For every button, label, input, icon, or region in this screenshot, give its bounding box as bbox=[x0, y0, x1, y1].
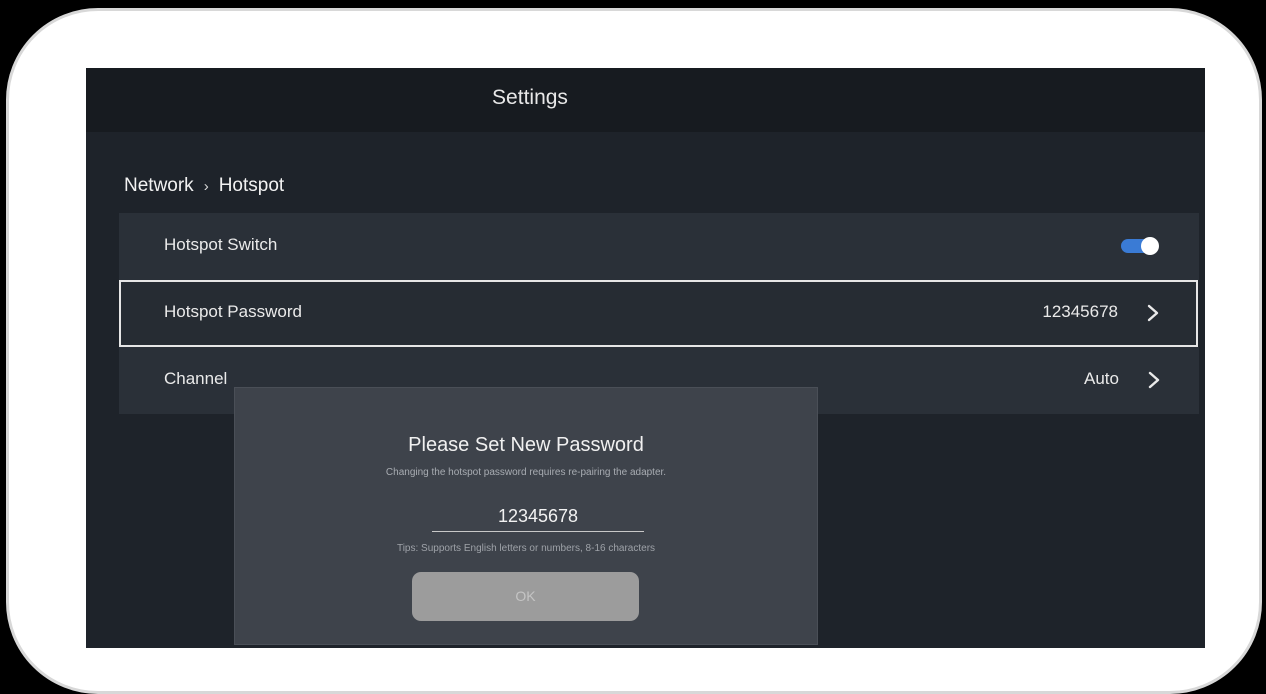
breadcrumb-separator: › bbox=[203, 177, 209, 195]
top-bar: Settings bbox=[86, 68, 1205, 132]
toggle-knob bbox=[1141, 237, 1159, 255]
password-dialog: Please Set New Password Changing the hot… bbox=[235, 388, 817, 644]
row-value: Auto bbox=[1084, 369, 1119, 388]
row-hotspot-password[interactable]: Hotspot Password 12345678 bbox=[119, 280, 1198, 347]
breadcrumb-hotspot: Hotspot bbox=[218, 175, 285, 196]
password-input[interactable] bbox=[432, 501, 644, 532]
row-label: Channel bbox=[164, 369, 228, 388]
row-value: 12345678 bbox=[1042, 302, 1118, 321]
row-label: Hotspot Switch bbox=[164, 235, 278, 254]
device-frame: Settings Network › Hotspot Hotspot Switc… bbox=[6, 8, 1262, 694]
chevron-right-icon bbox=[1148, 371, 1160, 389]
dialog-title: Please Set New Password bbox=[408, 434, 644, 456]
page-title: Settings bbox=[492, 86, 568, 109]
chevron-right-icon bbox=[1147, 304, 1159, 322]
settings-screen: Settings Network › Hotspot Hotspot Switc… bbox=[86, 68, 1205, 648]
row-hotspot-switch[interactable]: Hotspot Switch bbox=[119, 213, 1199, 280]
settings-list: Hotspot Switch Hotspot Password 12345678… bbox=[119, 213, 1199, 414]
breadcrumb-network[interactable]: Network bbox=[124, 175, 194, 197]
row-label: Hotspot Password bbox=[164, 302, 302, 321]
hotspot-toggle[interactable] bbox=[1121, 237, 1159, 255]
ok-button[interactable]: OK bbox=[412, 572, 639, 621]
breadcrumb: Network › Hotspot bbox=[124, 175, 284, 197]
password-tips: Tips: Supports English letters or number… bbox=[396, 543, 656, 554]
dialog-subtitle: Changing the hotspot password requires r… bbox=[385, 467, 667, 478]
